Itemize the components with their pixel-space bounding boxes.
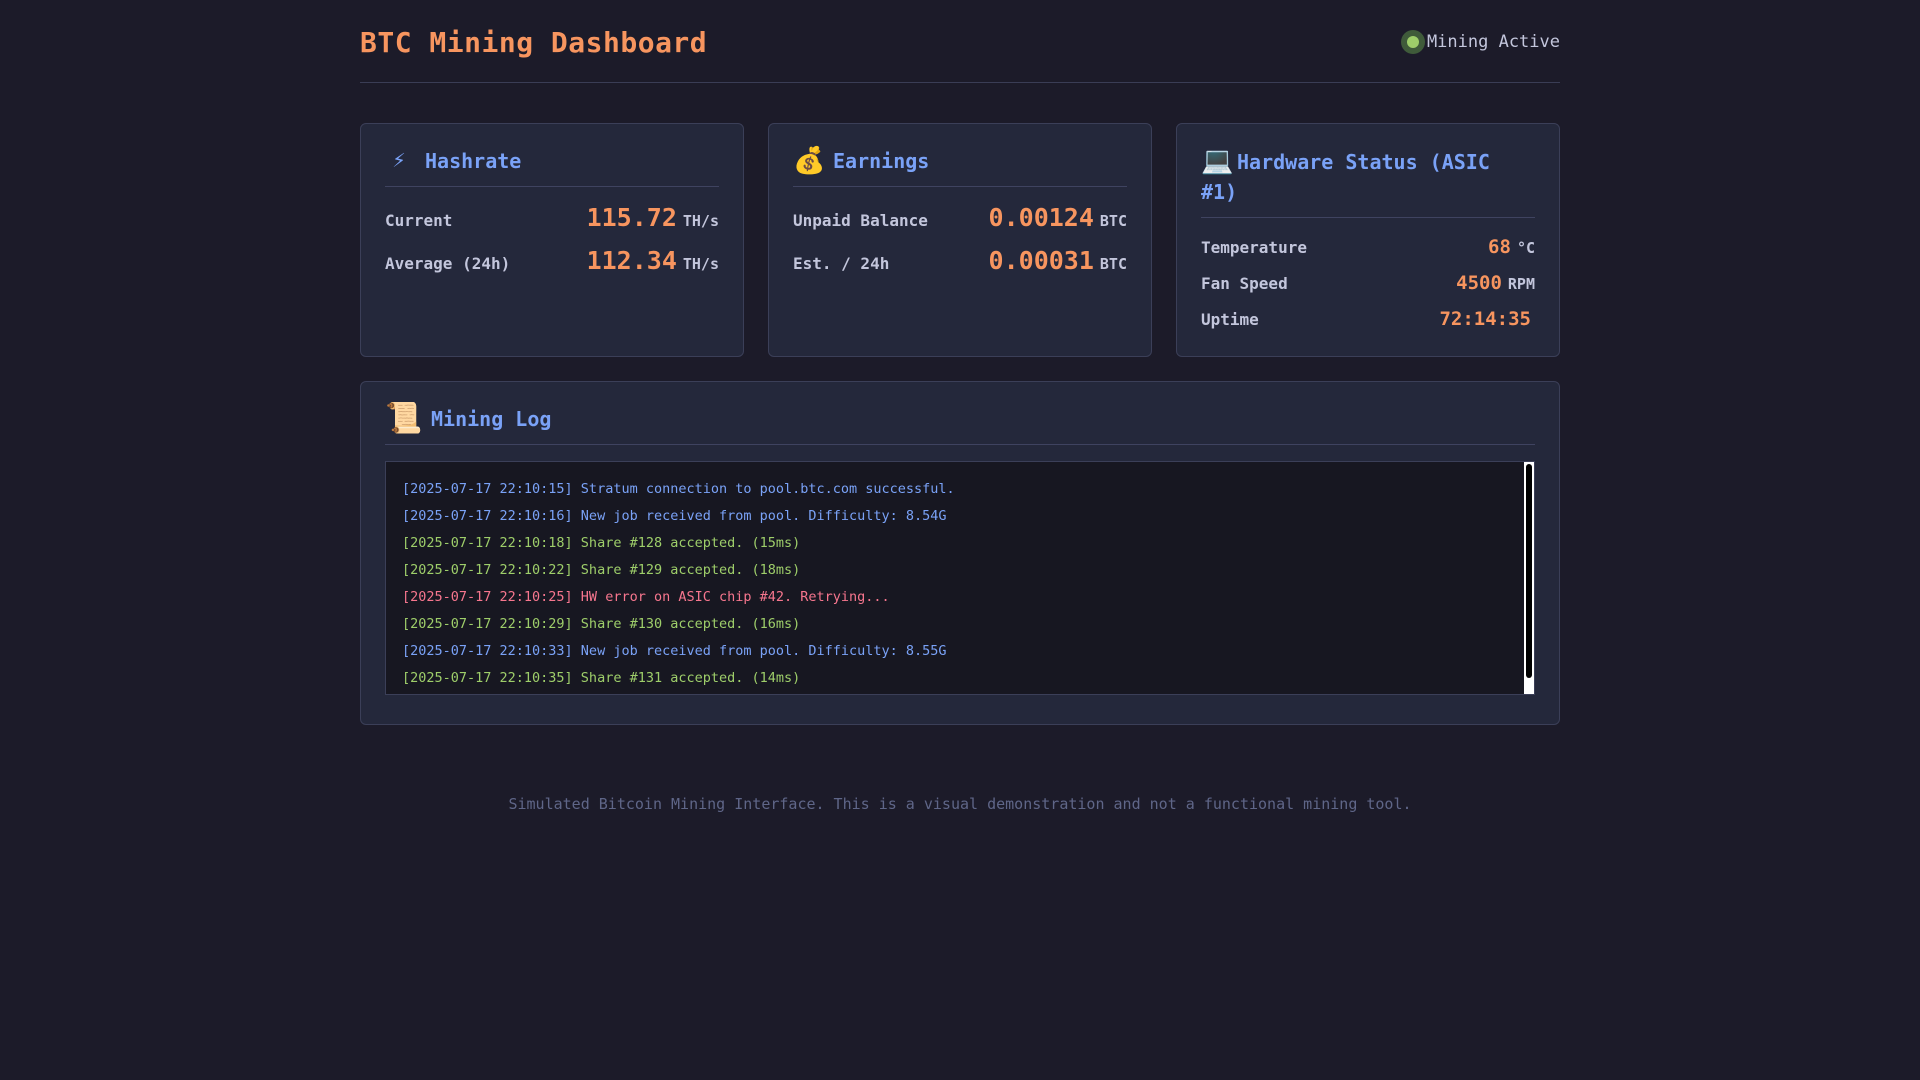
mining-log-title: Mining Log (431, 407, 552, 431)
mining-status: Mining Active (1401, 30, 1560, 52)
scroll-icon: 📜 (385, 401, 423, 436)
stat-value: 72:14:35 (1439, 308, 1535, 330)
hashrate-average-value: 112.34 (586, 246, 677, 275)
earnings-card-header: 💰 Earnings (793, 146, 1127, 187)
estimated-earnings-value: 0.00031 (988, 246, 1094, 275)
rpm-unit: RPM (1507, 275, 1535, 293)
estimated-earnings-row: Est. / 24h 0.00031 BTC (793, 246, 1127, 275)
status-indicator-icon (1406, 36, 1419, 48)
stat-label: Current (385, 211, 453, 230)
log-line: [2025-07-17 22:10:25] HW error on ASIC c… (402, 589, 890, 605)
log-scrollbar-thumb[interactable] (1526, 464, 1532, 678)
stat-label: Fan Speed (1201, 274, 1288, 293)
hardware-card-header: 💻 Hardware Status (ASIC #1) (1201, 146, 1535, 218)
stat-label: Average (24h) (385, 254, 511, 273)
hashrate-card-header: ⚡ Hashrate (385, 146, 719, 187)
unpaid-balance-row: Unpaid Balance 0.00124 BTC (793, 203, 1127, 232)
unpaid-balance-value: 0.00124 (988, 203, 1094, 232)
hardware-card-title: 💻 Hardware Status (ASIC #1) (1201, 146, 1535, 207)
mining-log-card: 📜 Mining Log [2025-07-17 22:10:15] Strat… (360, 381, 1560, 725)
stat-cards: ⚡ Hashrate Current 115.72 TH/s Average (… (360, 123, 1560, 357)
stat-value: 115.72 TH/s (587, 203, 719, 232)
lightning-icon: ⚡ (392, 148, 406, 173)
stat-label: Unpaid Balance (793, 211, 928, 230)
mining-log-header: 📜 Mining Log (385, 404, 1535, 445)
page-title: BTC Mining Dashboard (360, 25, 708, 59)
log-line: [2025-07-17 22:10:29] Share #130 accepte… (402, 616, 801, 632)
stat-value: 68 °C (1488, 236, 1535, 258)
log-line: [2025-07-17 22:10:16] New job received f… (402, 508, 947, 524)
stat-label: Est. / 24h (793, 254, 890, 273)
log-line: [2025-07-17 22:10:35] Share #131 accepte… (402, 670, 801, 686)
hashrate-unit: TH/s (682, 255, 719, 273)
btc-unit: BTC (1099, 255, 1127, 273)
page-header: BTC Mining Dashboard Mining Active (360, 0, 1560, 83)
log-scrollbar[interactable] (1524, 462, 1534, 694)
stat-value: 112.34 TH/s (587, 246, 719, 275)
log-line: [2025-07-17 22:10:15] Stratum connection… (402, 481, 955, 497)
footer-disclaimer: Simulated Bitcoin Mining Interface. This… (508, 795, 1412, 813)
log-line: [2025-07-17 22:10:18] Share #128 accepte… (402, 535, 801, 551)
log-line: [2025-07-17 22:10:33] New job received f… (402, 643, 947, 659)
stat-value: 4500 RPM (1456, 272, 1535, 294)
stat-label: Temperature (1201, 238, 1307, 257)
hashrate-unit: TH/s (682, 212, 719, 230)
btc-unit: BTC (1099, 212, 1127, 230)
fan-speed-row: Fan Speed 4500 RPM (1201, 272, 1535, 294)
stat-label: Uptime (1201, 310, 1259, 329)
laptop-icon: 💻 (1201, 146, 1234, 176)
earnings-card: 💰 Earnings Unpaid Balance 0.00124 BTC Es… (768, 123, 1152, 357)
log-line: [2025-07-17 22:10:22] Share #129 accepte… (402, 562, 801, 578)
uptime-value: 72:14:35 (1439, 308, 1531, 330)
log-line-list: [2025-07-17 22:10:15] Stratum connection… (402, 476, 1518, 692)
earnings-card-title: Earnings (833, 149, 930, 173)
status-label: Mining Active (1426, 32, 1560, 52)
hashrate-card-title: Hashrate (425, 149, 522, 173)
stat-value: 0.00031 BTC (989, 246, 1127, 275)
log-console[interactable]: [2025-07-17 22:10:15] Stratum connection… (385, 461, 1535, 695)
temperature-value: 68 (1488, 236, 1511, 258)
hardware-status-card: 💻 Hardware Status (ASIC #1) Temperature 6… (1176, 123, 1560, 357)
hashrate-card: ⚡ Hashrate Current 115.72 TH/s Average (… (360, 123, 744, 357)
fan-speed-value: 4500 (1456, 272, 1502, 294)
dashboard: BTC Mining Dashboard Mining Active ⚡ Has… (360, 0, 1560, 813)
hashrate-average-row: Average (24h) 112.34 TH/s (385, 246, 719, 275)
hashrate-current-row: Current 115.72 TH/s (385, 203, 719, 232)
uptime-row: Uptime 72:14:35 (1201, 308, 1535, 330)
hashrate-current-value: 115.72 (586, 203, 677, 232)
money-bag-icon: 💰 (793, 146, 826, 176)
temperature-row: Temperature 68 °C (1201, 236, 1535, 258)
celsius-unit: °C (1516, 239, 1535, 257)
stat-value: 0.00124 BTC (989, 203, 1127, 232)
hardware-title-text: Hardware Status (ASIC #1) (1201, 150, 1490, 204)
